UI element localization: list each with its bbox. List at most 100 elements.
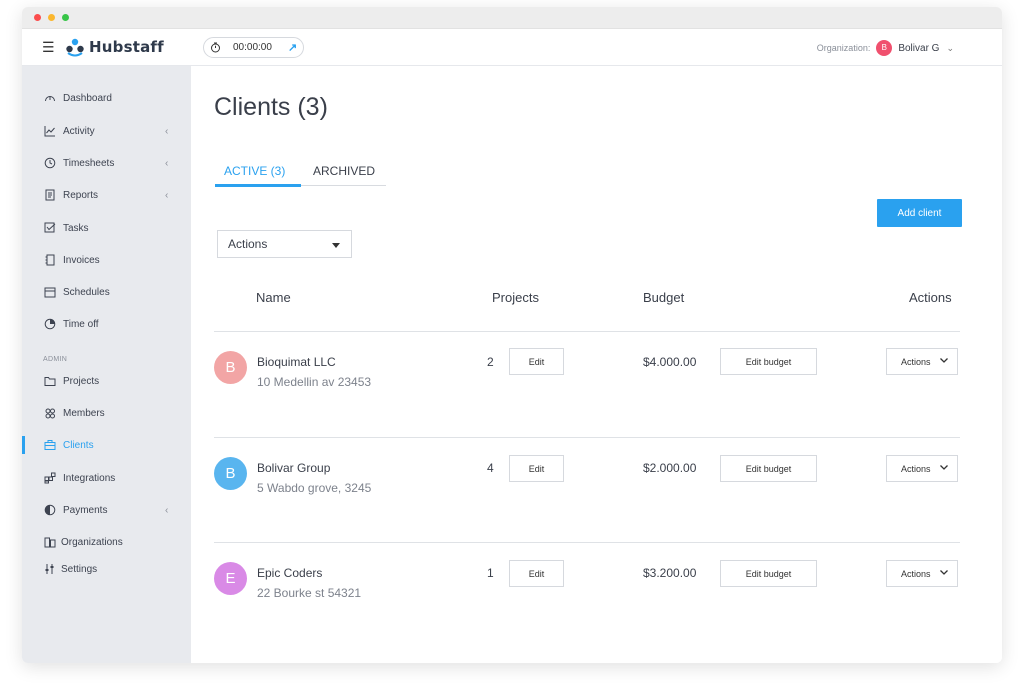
sidebar-item-label: Reports	[63, 189, 99, 201]
sidebar-item-label: Organizations	[61, 536, 123, 548]
sidebar-item-payments[interactable]: Payments ‹	[22, 499, 191, 521]
logo[interactable]: Hubstaff	[65, 37, 164, 57]
row-actions-dropdown[interactable]: Actions	[886, 560, 958, 587]
top-bar: ☰ Hubstaff 00:00:00 ↗ Organization: B Bo	[22, 29, 1002, 66]
sliders-icon	[44, 563, 56, 575]
dashboard-icon	[44, 92, 56, 104]
briefcase-icon	[44, 439, 56, 451]
main-content: Clients (3) ACTIVE (3) ARCHIVED Add clie…	[191, 66, 1002, 663]
sidebar-item-integrations[interactable]: Integrations	[22, 467, 191, 489]
sidebar-item-label: Settings	[61, 563, 98, 575]
client-address: 5 Wabdo grove, 3245	[257, 481, 372, 495]
sidebar-item-label: Integrations	[63, 472, 116, 484]
client-tabs: ACTIVE (3) ARCHIVED	[215, 158, 386, 187]
sidebar-item-organizations[interactable]: Organizations	[22, 531, 191, 553]
project-count: 4	[487, 461, 494, 475]
table-row: B Bioquimat LLC 10 Medellin av 23453 2 E…	[214, 331, 960, 437]
sidebar-item-label: Activity	[63, 125, 95, 137]
chevron-down-icon	[939, 567, 949, 577]
sidebar-item-members[interactable]: Members	[22, 402, 191, 424]
edit-projects-button[interactable]: Edit	[509, 455, 564, 482]
minimize-window-button[interactable]	[48, 14, 55, 21]
row-actions-dropdown[interactable]: Actions	[886, 348, 958, 375]
calendar-icon	[44, 286, 56, 298]
client-name[interactable]: Epic Coders	[257, 566, 322, 580]
sidebar-item-label: Timesheets	[63, 157, 115, 169]
sidebar-item-timesheets[interactable]: Timesheets ‹	[22, 152, 191, 174]
sidebar-item-label: Members	[63, 407, 105, 419]
organizations-icon	[44, 536, 56, 548]
chevron-left-icon: ‹	[165, 157, 169, 169]
sidebar-item-label: Dashboard	[63, 92, 112, 104]
row-actions-label: Actions	[901, 356, 931, 367]
hubstaff-logo-icon	[65, 37, 85, 57]
close-window-button[interactable]	[34, 14, 41, 21]
app-name: Hubstaff	[89, 38, 164, 56]
timer-widget[interactable]: 00:00:00 ↗	[203, 37, 304, 58]
edit-budget-button[interactable]: Edit budget	[720, 560, 817, 587]
client-address: 10 Medellin av 23453	[257, 375, 372, 389]
sidebar-item-clients[interactable]: Clients	[22, 434, 191, 456]
organization-name: Bolivar G	[898, 42, 940, 54]
table-row: B Bolivar Group 5 Wabdo grove, 3245 4 Ed…	[214, 437, 960, 543]
sidebar-item-activity[interactable]: Activity ‹	[22, 120, 191, 142]
sidebar-item-time-off[interactable]: Time off	[22, 313, 191, 335]
bulk-actions-select[interactable]: Actions	[217, 230, 352, 258]
edit-budget-button[interactable]: Edit budget	[720, 455, 817, 482]
tab-active[interactable]: ACTIVE (3)	[224, 164, 285, 178]
row-actions-label: Actions	[901, 463, 931, 474]
payments-icon	[44, 504, 56, 516]
chevron-left-icon: ‹	[165, 125, 169, 137]
client-name[interactable]: Bioquimat LLC	[257, 355, 336, 369]
window-titlebar	[22, 7, 1002, 29]
sidebar-item-label: Payments	[63, 504, 108, 516]
caret-down-icon	[332, 243, 340, 248]
project-count: 1	[487, 566, 494, 580]
sidebar-item-tasks[interactable]: Tasks	[22, 217, 191, 239]
sidebar-item-settings[interactable]: Settings	[22, 558, 191, 580]
sidebar-item-label: Clients	[63, 439, 94, 451]
organization-avatar: B	[876, 40, 893, 56]
client-avatar: E	[214, 562, 247, 595]
client-budget: $3.200.00	[643, 566, 697, 580]
column-header-budget: Budget	[643, 290, 685, 305]
admin-section-label: ADMIN	[43, 356, 68, 363]
timer-value: 00:00:00	[233, 42, 272, 53]
table-row: E Epic Coders 22 Bourke st 54321 1 Edit …	[214, 542, 960, 648]
sidebar-item-label: Projects	[63, 375, 100, 387]
maximize-window-button[interactable]	[62, 14, 69, 21]
open-timer-arrow-icon[interactable]: ↗	[288, 41, 297, 54]
sidebar-item-label: Tasks	[63, 222, 89, 234]
edit-projects-button[interactable]: Edit	[509, 560, 564, 587]
invoice-icon	[44, 254, 56, 266]
client-avatar: B	[214, 351, 247, 384]
add-client-button[interactable]: Add client	[877, 199, 962, 227]
sidebar-item-label: Time off	[63, 318, 99, 330]
sidebar-item-dashboard[interactable]: Dashboard	[22, 87, 191, 109]
edit-projects-button[interactable]: Edit	[509, 348, 564, 375]
client-budget: $4.000.00	[643, 355, 697, 369]
row-actions-dropdown[interactable]: Actions	[886, 455, 958, 482]
hamburger-menu-icon[interactable]: ☰	[42, 40, 55, 54]
sidebar-item-projects[interactable]: Projects	[22, 370, 191, 392]
organization-switcher[interactable]: Organization: B Bolivar G ⌄	[817, 40, 954, 56]
sidebar-item-schedules[interactable]: Schedules	[22, 281, 191, 303]
sidebar-item-invoices[interactable]: Invoices	[22, 249, 191, 271]
chevron-left-icon: ‹	[165, 189, 169, 201]
page-title: Clients (3)	[214, 93, 328, 121]
column-header-projects: Projects	[492, 290, 539, 305]
chart-icon	[44, 125, 56, 137]
tab-archived[interactable]: ARCHIVED	[313, 164, 375, 178]
column-header-name: Name	[256, 290, 291, 305]
bulk-actions-label: Actions	[228, 237, 268, 251]
sidebar-item-reports[interactable]: Reports ‹	[22, 184, 191, 206]
chevron-down-icon: ⌄	[946, 42, 954, 53]
sidebar: Dashboard Activity ‹ Timesheets ‹ Report…	[22, 66, 191, 663]
organization-label: Organization:	[816, 43, 871, 53]
edit-budget-button[interactable]: Edit budget	[720, 348, 817, 375]
row-actions-label: Actions	[901, 568, 931, 579]
client-name[interactable]: Bolivar Group	[257, 461, 330, 475]
active-tab-indicator	[215, 184, 301, 187]
chevron-left-icon: ‹	[165, 504, 169, 516]
document-icon	[44, 189, 56, 201]
